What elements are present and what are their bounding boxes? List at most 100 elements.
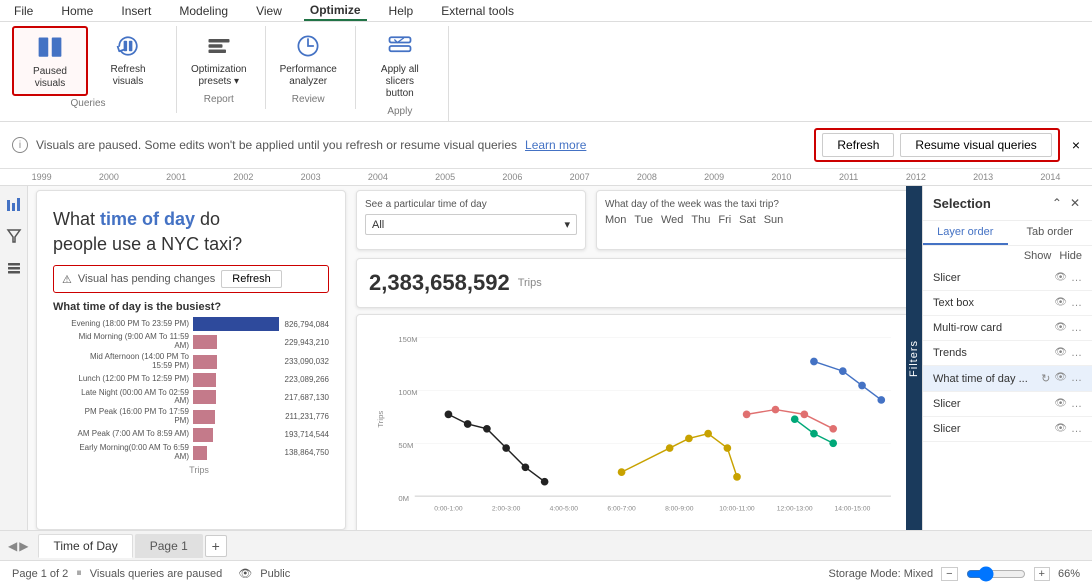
layer-item[interactable]: Multi-row card👁… bbox=[923, 316, 1092, 341]
menu-file[interactable]: File bbox=[8, 2, 39, 20]
layer-item-name: Slicer bbox=[933, 423, 961, 435]
page-tab-time-of-day[interactable]: Time of Day bbox=[38, 534, 132, 558]
layer-item-name: Slicer bbox=[933, 272, 961, 284]
layer-item[interactable]: Text box👁… bbox=[923, 291, 1092, 316]
svg-text:50M: 50M bbox=[398, 441, 413, 450]
layer-menu-icon[interactable]: … bbox=[1071, 423, 1082, 435]
layer-visibility-icon[interactable]: 👁 bbox=[1054, 423, 1067, 435]
weekdays: Mon Tue Wed Thu Fri Sat Sun bbox=[605, 214, 906, 226]
layer-item[interactable]: Slicer 👁 … bbox=[923, 266, 1092, 291]
bar-track bbox=[193, 390, 279, 404]
layer-item[interactable]: Trends👁… bbox=[923, 341, 1092, 366]
layer-item-icons: 👁… bbox=[1054, 398, 1082, 410]
menu-optimize[interactable]: Optimize bbox=[304, 1, 367, 21]
timeline-2004: 2004 bbox=[344, 172, 411, 182]
refresh-visuals-button[interactable]: Refresh visuals bbox=[92, 26, 164, 92]
layer-visibility-icon[interactable]: 👁 bbox=[1054, 347, 1067, 359]
paused-label: Visuals queries are paused bbox=[90, 568, 223, 580]
layer-menu-icon[interactable]: … bbox=[1071, 347, 1082, 359]
layer-item[interactable]: Slicer 👁 … bbox=[923, 417, 1092, 442]
bar-row: Mid Morning (9:00 AM To 11:59 AM)229,943… bbox=[69, 333, 329, 351]
report-group-label: Report bbox=[185, 92, 253, 105]
panel-close-button[interactable]: ✕ bbox=[1068, 194, 1082, 212]
bar-label: Mid Morning (9:00 AM To 11:59 AM) bbox=[69, 333, 189, 351]
filters-panel[interactable]: Filters bbox=[906, 186, 922, 530]
bar-track bbox=[193, 335, 279, 349]
layer-item-icons: ↻ 👁 … bbox=[1041, 372, 1082, 385]
layer-menu-icon[interactable]: … bbox=[1071, 398, 1082, 410]
ribbon-group-report: Optimizationpresets ▾ Report bbox=[181, 26, 266, 109]
bar-value: 193,714,544 bbox=[285, 430, 330, 439]
weekday-sat[interactable]: Sat bbox=[739, 214, 756, 226]
layer-menu-icon[interactable]: … bbox=[1071, 272, 1082, 284]
refresh-button[interactable]: Refresh bbox=[822, 133, 894, 157]
learn-more-link[interactable]: Learn more bbox=[525, 138, 586, 152]
layers-icon[interactable] bbox=[4, 258, 24, 278]
bar-row: Lunch (12:00 PM To 12:59 PM)223,089,266 bbox=[69, 373, 329, 387]
layer-visibility-icon[interactable]: 👁 bbox=[1054, 372, 1067, 385]
optimization-presets-button[interactable]: Optimizationpresets ▾ bbox=[185, 26, 253, 92]
layer-item[interactable]: Slicer👁… bbox=[923, 392, 1092, 417]
page-nav: ◀ ▶ bbox=[8, 539, 28, 553]
tab-tab-order[interactable]: Tab order bbox=[1008, 221, 1092, 245]
menu-home[interactable]: Home bbox=[55, 2, 99, 20]
minus-zoom-btn[interactable]: − bbox=[941, 567, 957, 581]
svg-text:10:00-11:00: 10:00-11:00 bbox=[719, 506, 755, 513]
bar-track bbox=[193, 373, 279, 387]
performance-analyzer-button[interactable]: Performanceanalyzer bbox=[274, 26, 343, 92]
menu-insert[interactable]: Insert bbox=[115, 2, 157, 20]
layer-menu-icon[interactable]: … bbox=[1071, 322, 1082, 334]
weekday-mon[interactable]: Mon bbox=[605, 214, 626, 226]
timeline: 1999 2000 2001 2002 2003 2004 2005 2006 … bbox=[0, 169, 1092, 186]
resume-visual-queries-button[interactable]: Resume visual queries bbox=[900, 133, 1051, 157]
bar-chart: Evening (18:00 PM To 23:59 PM)826,794,08… bbox=[69, 317, 329, 475]
layer-menu-icon[interactable]: … bbox=[1071, 297, 1082, 309]
apply-all-slicers-button[interactable]: Apply all slicersbutton bbox=[364, 26, 436, 104]
menu-help[interactable]: Help bbox=[383, 2, 420, 20]
review-group-label: Review bbox=[274, 92, 343, 105]
pending-refresh-button[interactable]: Refresh bbox=[221, 270, 282, 288]
info-message: Visuals are paused. Some edits won't be … bbox=[36, 138, 517, 152]
prev-page-button[interactable]: ◀ bbox=[8, 539, 17, 553]
bar-chart-icon[interactable] bbox=[4, 194, 24, 214]
info-bar-close-button[interactable]: × bbox=[1072, 137, 1080, 153]
menu-modeling[interactable]: Modeling bbox=[173, 2, 234, 20]
optimization-presets-icon bbox=[203, 30, 235, 62]
filter-panel-icon[interactable] bbox=[4, 226, 24, 246]
zoom-level: 66% bbox=[1058, 568, 1080, 580]
layer-item[interactable]: What time of day ...↻👁… bbox=[923, 366, 1092, 392]
paused-visuals-button[interactable]: Paused visuals bbox=[12, 26, 88, 96]
queries-group-label: Queries bbox=[12, 96, 164, 109]
slicer-dropdown[interactable]: All ▾ bbox=[365, 214, 577, 235]
layer-refresh-icon[interactable]: ↻ bbox=[1041, 372, 1050, 385]
bar-label: AM Peak (7:00 AM To 8:59 AM) bbox=[69, 430, 189, 439]
layer-visibility-icon[interactable]: 👁 bbox=[1054, 398, 1067, 410]
menu-view[interactable]: View bbox=[250, 2, 288, 20]
add-page-button[interactable]: + bbox=[205, 535, 227, 557]
bar-fill bbox=[193, 317, 279, 331]
page-tab-page1[interactable]: Page 1 bbox=[135, 534, 203, 558]
title-highlight: time of day bbox=[100, 209, 195, 229]
slicer-value: All bbox=[372, 219, 384, 231]
menu-external-tools[interactable]: External tools bbox=[435, 2, 520, 20]
layer-visibility-icon[interactable]: 👁 bbox=[1054, 322, 1067, 334]
weekday-fri[interactable]: Fri bbox=[718, 214, 731, 226]
weekday-wed[interactable]: Wed bbox=[661, 214, 683, 226]
layer-visibility-icon[interactable]: 👁 bbox=[1054, 297, 1067, 309]
visibility-icon: 👁 bbox=[238, 567, 252, 580]
next-page-button[interactable]: ▶ bbox=[19, 539, 28, 553]
layer-visibility-icon[interactable]: 👁 bbox=[1054, 272, 1067, 284]
panel-collapse-button[interactable]: ⌃ bbox=[1050, 194, 1064, 212]
timeline-2002: 2002 bbox=[210, 172, 277, 182]
weekday-sun[interactable]: Sun bbox=[764, 214, 784, 226]
zoom-slider[interactable] bbox=[966, 566, 1026, 582]
bar-label: Mid Afternoon (14:00 PM To 15:59 PM) bbox=[69, 353, 189, 371]
pause-icon: ⏸ bbox=[76, 567, 82, 580]
layer-menu-icon[interactable]: … bbox=[1071, 372, 1082, 385]
weekday-tue[interactable]: Tue bbox=[634, 214, 653, 226]
plus-zoom-btn[interactable]: + bbox=[1034, 567, 1050, 581]
bar-track bbox=[193, 355, 279, 369]
tab-layer-order[interactable]: Layer order bbox=[923, 221, 1008, 245]
weekday-thu[interactable]: Thu bbox=[691, 214, 710, 226]
bar-row: Evening (18:00 PM To 23:59 PM)826,794,08… bbox=[69, 317, 329, 331]
